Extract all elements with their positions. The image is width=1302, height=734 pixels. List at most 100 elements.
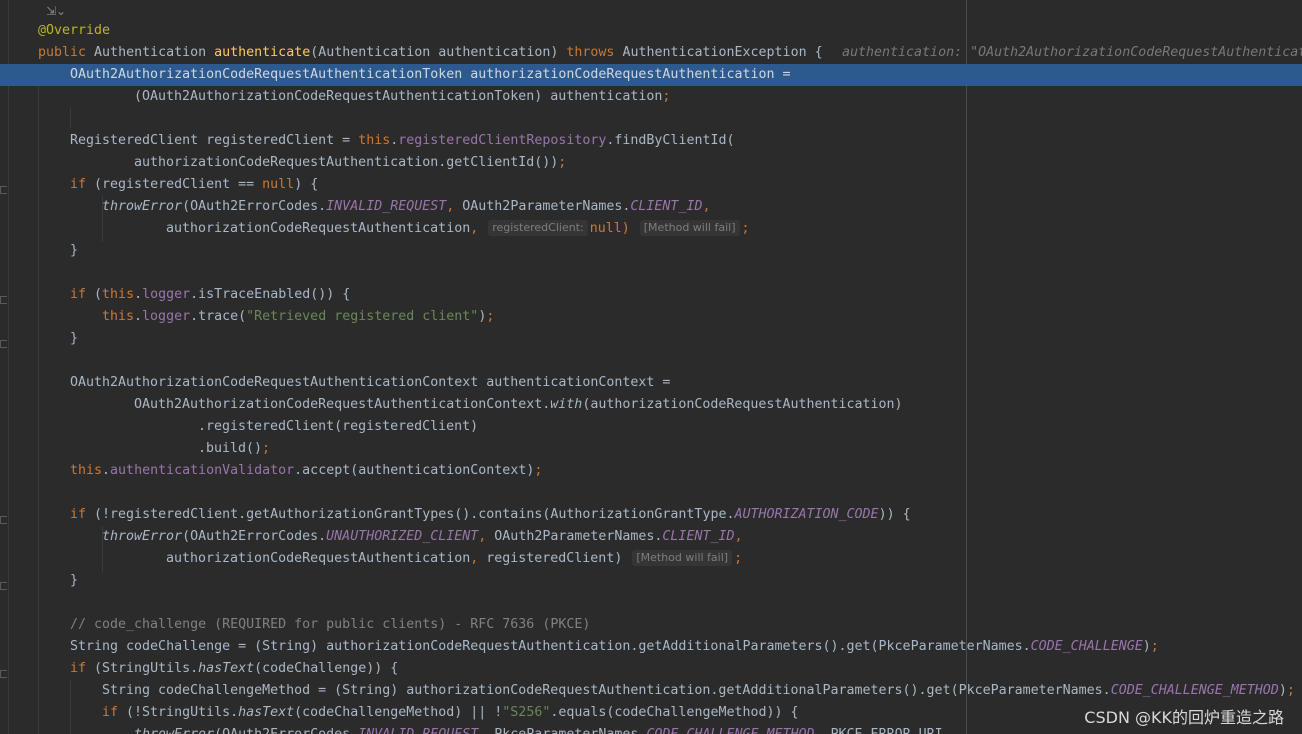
code-line[interactable]: } [70, 328, 78, 350]
method-fail-hint: [Method will fail] [632, 550, 733, 566]
code-token: .trace( [190, 309, 247, 324]
null-literal: null) [589, 221, 630, 236]
code-token: , [478, 529, 495, 544]
code-line[interactable]: } [70, 570, 78, 592]
code-token: , [446, 199, 463, 214]
indent-guide [70, 108, 71, 128]
override-annotation: @Override [38, 23, 111, 38]
parameter-hint: registeredClient: [488, 220, 588, 236]
code-token: } [70, 573, 79, 588]
code-token: if [70, 661, 95, 676]
watermark: CSDN @KK的回炉重造之路 [1084, 708, 1284, 727]
code-line[interactable]: if (StringUtils.hasText(codeChallenge)) … [70, 658, 398, 680]
code-line[interactable]: String codeChallenge = (String) authoriz… [70, 636, 1159, 658]
code-line[interactable]: authorizationCodeRequestAuthentication.g… [134, 152, 566, 174]
code-token: if [102, 705, 127, 720]
code-line[interactable]: throwError(OAuth2ErrorCodes.UNAUTHORIZED… [102, 526, 743, 548]
fold-marker-icon[interactable] [0, 670, 7, 678]
code-token: ; [662, 89, 671, 104]
debug-value-text: authentication: "OAuth2AuthorizationCode… [842, 45, 1302, 60]
code-line[interactable]: public Authentication authenticate(Authe… [38, 42, 823, 64]
fold-marker-icon[interactable] [0, 340, 7, 348]
code-line[interactable]: if (!StringUtils.hasText(codeChallengeMe… [102, 702, 799, 724]
code-line[interactable]: @Override [38, 20, 110, 42]
code-token: CLIENT_ID [662, 529, 735, 544]
code-token: String codeChallenge = (String) authoriz… [70, 639, 1031, 654]
code-token: ; [1286, 683, 1295, 698]
code-token: authorizationCodeRequestAuthentication.g… [134, 155, 559, 170]
statement-terminator: ; [734, 551, 743, 566]
code-token: if [70, 287, 95, 302]
code-token: ) [1278, 683, 1287, 698]
code-token: authorizationCodeRequestAuthentication [166, 551, 471, 566]
code-token: UNAUTHORIZED_CLIENT [326, 529, 479, 544]
code-token: null [262, 177, 295, 192]
code-line-selected[interactable]: OAuth2AuthorizationCodeRequestAuthentica… [0, 64, 1302, 86]
code-token: ( [94, 287, 103, 302]
code-line[interactable]: // code_challenge (REQUIRED for public c… [70, 614, 590, 636]
code-token: CODE_CHALLENGE_METHOD [1110, 683, 1279, 698]
code-line[interactable]: throwError(OAuth2ErrorCodes.INVALID_REQU… [134, 724, 943, 734]
code-token: (!StringUtils. [126, 705, 239, 720]
code-editor[interactable]: ⇲⌄ @Override public Authentication authe… [0, 0, 1302, 734]
code-token: (StringUtils. [94, 661, 199, 676]
code-token: CODE_CHALLENGE_METHOD [646, 727, 814, 734]
code-line[interactable]: if (!registeredClient.getAuthorizationGr… [70, 504, 911, 526]
code-token: ; [1150, 639, 1159, 654]
code-token: hasText [238, 705, 295, 720]
code-line[interactable]: if (this.logger.isTraceEnabled()) { [70, 284, 350, 306]
fold-marker-icon[interactable] [0, 516, 7, 524]
fold-marker-icon[interactable] [0, 186, 7, 194]
code-token: CODE_CHALLENGE [1030, 639, 1143, 654]
code-line[interactable]: } [70, 240, 78, 262]
code-token: "S256" [502, 705, 551, 720]
code-line[interactable]: OAuth2AuthorizationCodeRequestAuthentica… [70, 372, 670, 394]
code-token: (OAuth2AuthorizationCodeRequestAuthentic… [134, 89, 663, 104]
code-token: INVALID_REQUEST [326, 199, 447, 214]
code-token: throwError [134, 727, 214, 734]
inline-debug-value: authentication: "OAuth2AuthorizationCode… [842, 42, 1302, 64]
override-method-icon[interactable]: ⇲⌄ [46, 4, 66, 18]
code-token: } [70, 243, 79, 258]
code-token: OAuth2ParameterNames. [494, 529, 663, 544]
code-line[interactable]: this.authenticationValidator.accept(auth… [70, 460, 542, 482]
code-token: throwError [102, 529, 183, 544]
code-line[interactable]: this.logger.trace("Retrieved registered … [102, 306, 494, 328]
code-token: authorizationCodeRequestAuthentication [166, 221, 471, 236]
code-token: OAuth2ParameterNames. [462, 199, 631, 214]
code-token: OAuth2AuthorizationCodeRequestAuthentica… [70, 375, 671, 390]
code-line[interactable]: authorizationCodeRequestAuthentication, … [166, 218, 750, 240]
code-token: ; [262, 441, 271, 456]
code-token: (authorizationCodeRequestAuthentication) [582, 397, 903, 412]
code-token: OAuth2AuthorizationCodeRequestAuthentica… [134, 397, 551, 412]
code-token: PkceParameterNames. [494, 727, 646, 734]
code-token: ) [1142, 639, 1151, 654]
code-line[interactable]: OAuth2AuthorizationCodeRequestAuthentica… [134, 394, 903, 416]
code-token: INVALID_REQUEST [358, 727, 478, 734]
code-token: registeredClient) [486, 551, 623, 566]
code-line[interactable]: .registeredClient(registeredClient) [198, 416, 478, 438]
code-token: Authentication [94, 45, 215, 60]
fold-marker-icon[interactable] [0, 582, 7, 590]
code-line[interactable]: (OAuth2AuthorizationCodeRequestAuthentic… [134, 86, 670, 108]
code-line[interactable]: throwError(OAuth2ErrorCodes.INVALID_REQU… [102, 196, 710, 218]
code-line[interactable]: .build(); [198, 438, 270, 460]
code-token: ; [486, 309, 495, 324]
code-token: .accept(authenticationContext) [294, 463, 535, 478]
fold-marker-icon[interactable] [0, 296, 7, 304]
code-token: OAuth2AuthorizationCodeRequestAuthentica… [70, 67, 791, 82]
code-line[interactable]: String codeChallengeMethod = (String) au… [102, 680, 1295, 702]
code-token: (codeChallengeMethod) || ! [294, 705, 503, 720]
code-token: this [358, 133, 391, 148]
code-token: (OAuth2ErrorCodes. [214, 727, 358, 734]
code-token: . [134, 309, 143, 324]
code-token: throws [566, 45, 623, 60]
code-token: this [70, 463, 103, 478]
code-token: registeredClientRepository [398, 133, 607, 148]
code-token: (OAuth2ErrorCodes. [182, 529, 327, 544]
code-token: public [38, 45, 95, 60]
code-line[interactable]: RegisteredClient registeredClient = this… [70, 130, 734, 152]
code-line[interactable]: authorizationCodeRequestAuthentication, … [166, 548, 742, 570]
code-line[interactable]: if (registeredClient == null) { [70, 174, 318, 196]
code-token: , [470, 551, 487, 566]
